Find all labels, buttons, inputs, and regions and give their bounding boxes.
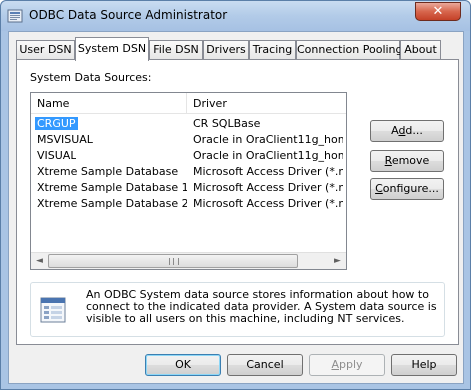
button-label: onfigure... [382, 182, 439, 195]
row-name-cell: VISUAL [37, 149, 77, 162]
add-button[interactable]: Add... [370, 120, 444, 142]
window-title: ODBC Data Source Administrator [29, 8, 228, 22]
system-dsn-panel: System Data Sources: Name Driver CRGUP CR… [16, 59, 459, 345]
close-button[interactable]: ✕ [415, 2, 461, 21]
tab-label: Tracing [252, 43, 293, 56]
row-driver-cell: Oracle in OraClient11g_home1_ [193, 133, 343, 146]
horizontal-scrollbar[interactable]: ◄ ► [31, 252, 346, 269]
row-driver-cell: CR SQLBase [193, 117, 261, 130]
table-row[interactable]: MSVISUAL Oracle in OraClient11g_home1_ [31, 132, 346, 148]
mnemonic: C [375, 182, 383, 195]
row-name-cell: Xtreme Sample Database 11.5 [37, 181, 187, 194]
row-name-cell: Xtreme Sample Database [37, 165, 179, 178]
data-sources-list[interactable]: Name Driver CRGUP CR SQLBase MSVISUAL Oracl… [30, 92, 347, 270]
button-label: OK [175, 358, 191, 371]
button-label: Help [411, 358, 437, 371]
mnemonic: A [331, 358, 339, 371]
help-button[interactable]: Help [391, 354, 457, 376]
button-label: pply [339, 358, 363, 371]
row-driver-cell: Microsoft Access Driver (*.mdb) [193, 181, 343, 194]
remove-button[interactable]: Remove [370, 150, 444, 172]
table-row[interactable]: VISUAL Oracle in OraClient11g_home1_ [31, 148, 346, 164]
column-divider[interactable] [186, 93, 187, 114]
apply-button[interactable]: Apply [309, 354, 385, 376]
scroll-right-icon[interactable]: ► [329, 253, 346, 269]
scroll-left-icon[interactable]: ◄ [31, 253, 48, 269]
tab-label: Connection Pooling [297, 43, 403, 56]
table-row[interactable]: CRGUP CR SQLBase [31, 116, 346, 132]
button-label: Cancel [246, 358, 284, 371]
system-data-sources-label: System Data Sources: [30, 71, 152, 84]
row-driver-cell: Microsoft Access Driver (*.mdb) [193, 165, 343, 178]
data-source-document-icon [40, 297, 66, 323]
table-row[interactable]: Xtreme Sample Database 11.5 Microsoft Acc… [31, 180, 346, 196]
close-icon: ✕ [432, 4, 444, 19]
mnemonic: R [384, 154, 392, 167]
tab-tracing[interactable]: Tracing [249, 40, 296, 60]
info-box: An ODBC System data source stores inform… [30, 282, 445, 337]
tab-about[interactable]: About [400, 40, 441, 60]
ok-button[interactable]: OK [145, 354, 221, 376]
odbc-app-icon [7, 9, 23, 23]
row-name-cell: CRGUP [35, 117, 78, 130]
tab-file-dsn[interactable]: File DSN [149, 40, 203, 60]
table-row[interactable]: Xtreme Sample Database 2005 Microsoft Acc… [31, 196, 346, 212]
tab-label: Drivers [206, 43, 246, 56]
list-header: Name Driver [31, 93, 346, 114]
row-driver-cell: Oracle in OraClient11g_home1_ [193, 149, 343, 162]
table-row[interactable]: Xtreme Sample Database Microsoft Access D… [31, 164, 346, 180]
odbc-window: ODBC Data Source Administrator ✕ User DS… [0, 0, 471, 390]
dialog-client-area: User DSN System DSN File DSN Drivers Tra… [8, 31, 464, 384]
button-label: emove [391, 154, 430, 167]
tab-label: User DSN [19, 43, 72, 56]
button-label: d... [405, 124, 423, 137]
row-name-cell: MSVISUAL [37, 133, 93, 146]
tab-label: File DSN [153, 43, 199, 56]
row-driver-cell: Microsoft Access Driver (*.mdb) [193, 197, 343, 210]
tab-label: System DSN [77, 42, 147, 55]
grip-icon [169, 258, 179, 265]
tab-drivers[interactable]: Drivers [203, 40, 249, 60]
configure-button[interactable]: Configure... [370, 178, 444, 200]
tab-connection-pooling[interactable]: Connection Pooling [296, 40, 403, 60]
tab-system-dsn[interactable]: System DSN [75, 37, 149, 61]
scroll-thumb[interactable] [48, 254, 298, 268]
tab-label: About [404, 43, 437, 56]
info-text: An ODBC System data source stores inform… [86, 288, 437, 325]
row-name-cell: Xtreme Sample Database 2005 [37, 197, 187, 210]
cancel-button[interactable]: Cancel [227, 354, 303, 376]
column-header-driver[interactable]: Driver [193, 97, 227, 110]
title-bar[interactable]: ODBC Data Source Administrator ✕ [1, 1, 470, 31]
tab-user-dsn[interactable]: User DSN [16, 40, 75, 60]
column-header-name[interactable]: Name [37, 97, 69, 110]
